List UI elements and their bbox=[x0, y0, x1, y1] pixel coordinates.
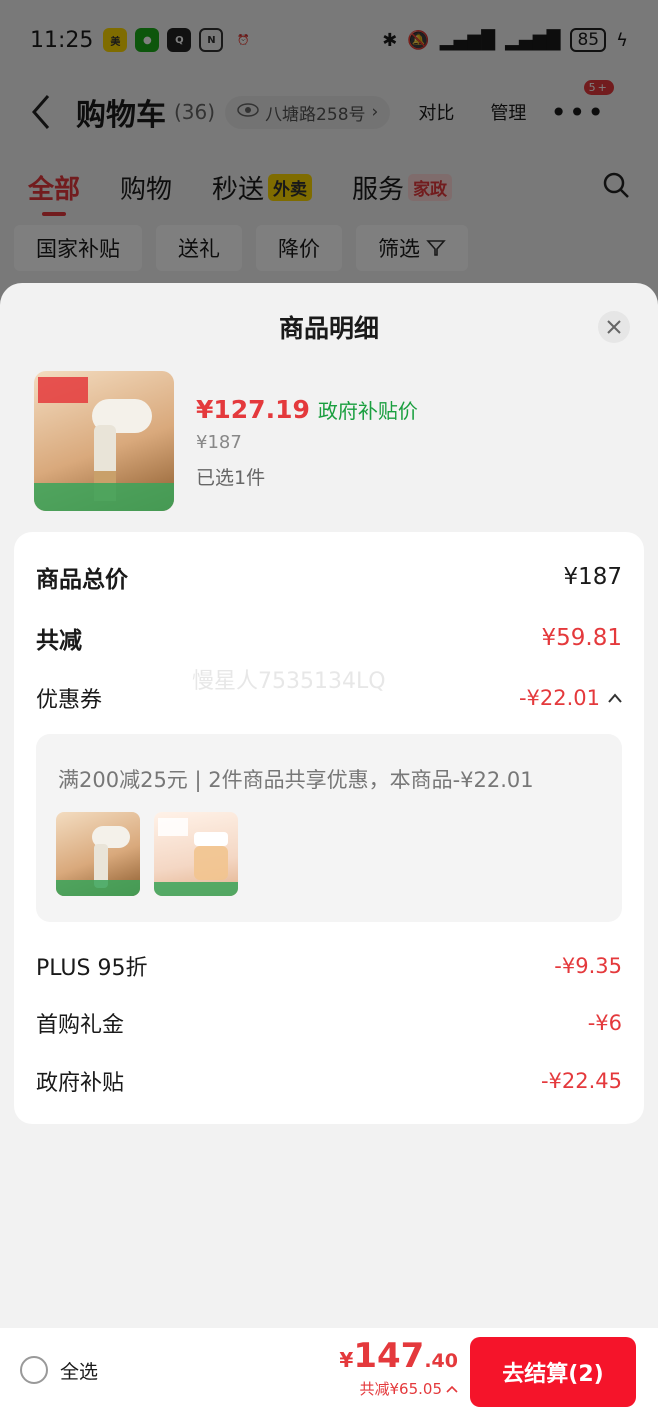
price-breakdown-card: 商品总价 ¥187 共减 ¥59.81 优惠券 -¥22.01 满200减25元… bbox=[14, 532, 644, 1124]
row-total: 商品总价 ¥187 bbox=[36, 560, 622, 594]
row-gov-subsidy: 政府补贴 -¥22.45 bbox=[36, 1065, 622, 1097]
row-first-purchase: 首购礼金 -¥6 bbox=[36, 1007, 622, 1039]
close-icon bbox=[607, 320, 621, 334]
coupon-value: -¥22.01 bbox=[518, 686, 600, 710]
gov-subsidy-value: -¥22.45 bbox=[540, 1069, 622, 1093]
total-label: 商品总价 bbox=[36, 567, 128, 593]
watermark: 慢星人7535134LQ bbox=[192, 669, 386, 694]
sheet-title: 商品明细 bbox=[278, 314, 379, 343]
discount-value: ¥59.81 bbox=[541, 625, 622, 651]
product-summary: ¥127.19 政府补贴价 ¥187 已选1件 bbox=[34, 371, 418, 511]
chevron-up-icon bbox=[446, 1385, 458, 1393]
close-button[interactable] bbox=[598, 311, 630, 343]
gov-subsidy-label: 政府补贴 bbox=[36, 1071, 125, 1096]
discount-label: 共减 bbox=[36, 628, 82, 654]
total-price-symbol: ¥ bbox=[339, 1348, 354, 1372]
product-price-tag: 政府补贴价 bbox=[317, 399, 418, 423]
select-all-radio[interactable] bbox=[20, 1356, 48, 1384]
product-original-price: ¥187 bbox=[196, 432, 242, 453]
checkout-button[interactable]: 去结算(2) bbox=[470, 1337, 636, 1407]
coupon-detail-box: 满200减25元 | 2件商品共享优惠，本商品-¥22.01 bbox=[36, 734, 622, 922]
total-area: ¥147.40 共减¥65.05 bbox=[339, 1336, 458, 1399]
total-discount-text: 共减¥65.05 bbox=[359, 1380, 443, 1398]
total-discount[interactable]: 共减¥65.05 bbox=[339, 1378, 458, 1399]
bottom-bar: 全选 ¥147.40 共减¥65.05 去结算(2) bbox=[0, 1328, 658, 1416]
plus-label: PLUS 95折 bbox=[36, 956, 148, 981]
coupon-label: 优惠券 bbox=[36, 688, 103, 713]
total-price-integer: 147 bbox=[353, 1336, 425, 1376]
first-purchase-label: 首购礼金 bbox=[36, 1013, 125, 1038]
total-price: ¥147.40 bbox=[339, 1336, 458, 1376]
select-all[interactable]: 全选 bbox=[20, 1356, 98, 1384]
total-price-decimal: .40 bbox=[424, 1350, 458, 1372]
coupon-detail-text: 满200减25元 | 2件商品共享优惠，本商品-¥22.01 bbox=[58, 768, 534, 792]
coupon-product-thumb-2 bbox=[154, 812, 238, 896]
chevron-up-icon[interactable] bbox=[608, 693, 622, 703]
price-line: ¥127.19 政府补贴价 bbox=[196, 395, 418, 424]
product-info: ¥127.19 政府补贴价 ¥187 已选1件 bbox=[196, 371, 418, 511]
plus-value: -¥9.35 bbox=[554, 954, 622, 978]
product-image bbox=[34, 371, 174, 511]
coupon-right: -¥22.01 bbox=[519, 686, 622, 710]
product-selected-count: 已选1件 bbox=[196, 467, 266, 489]
detail-sheet: 商品明细 ¥127.19 政府补贴价 ¥187 已选1件 商品总价 ¥187 共… bbox=[0, 283, 658, 1416]
first-purchase-value: -¥6 bbox=[587, 1011, 622, 1035]
row-discount: 共减 ¥59.81 bbox=[36, 621, 622, 655]
product-price: ¥127.19 bbox=[196, 395, 310, 424]
row-plus: PLUS 95折 -¥9.35 bbox=[36, 950, 622, 982]
select-all-label: 全选 bbox=[60, 1360, 99, 1383]
coupon-product-thumb-1 bbox=[56, 812, 140, 896]
total-value: ¥187 bbox=[563, 564, 622, 590]
